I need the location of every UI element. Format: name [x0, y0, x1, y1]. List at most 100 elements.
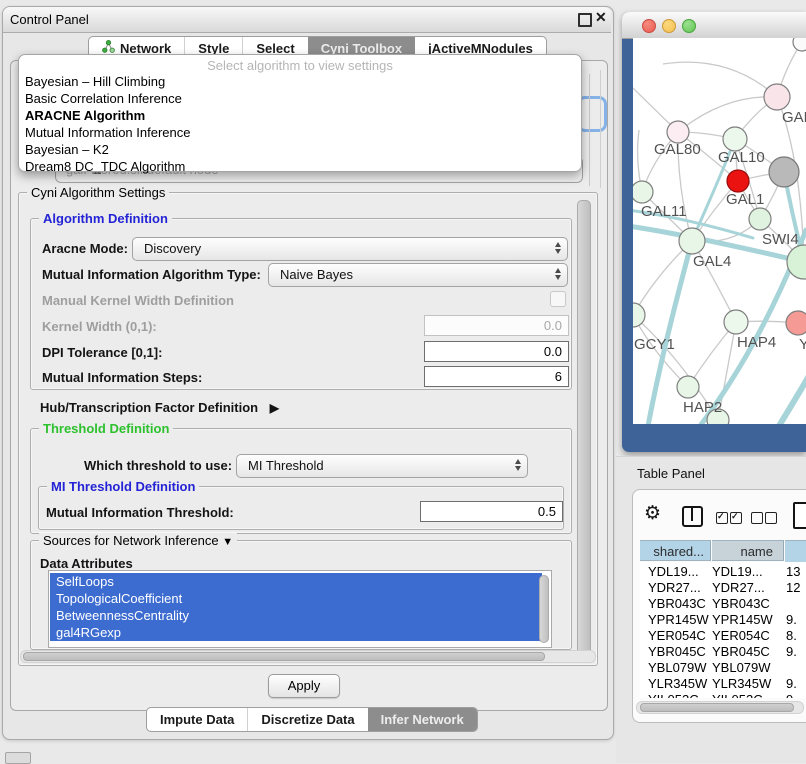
dropdown-item-selected[interactable]: ARACNE Algorithm: [25, 108, 145, 124]
node-gal-pink[interactable]: [764, 84, 790, 110]
list-item[interactable]: gal4RGexp: [50, 624, 542, 641]
dropdown-item[interactable]: Bayesian – K2: [25, 142, 109, 158]
control-panel-titlebar[interactable]: [3, 7, 611, 33]
gear-icon[interactable]: ⚙: [644, 504, 661, 523]
close-traffic-light[interactable]: [642, 19, 656, 33]
node-hap4[interactable]: [724, 310, 748, 334]
cell[interactable]: YIL052C: [648, 692, 699, 698]
which-threshold-combobox[interactable]: MI Threshold: [236, 454, 528, 478]
node-label: GAL11: [641, 203, 687, 220]
cell[interactable]: YDR27...: [712, 580, 765, 596]
node-gal10[interactable]: [723, 127, 747, 151]
settings-horizontal-scrollbar[interactable]: [20, 650, 596, 663]
collapse-down-icon[interactable]: ▼: [222, 536, 233, 548]
deselect-all-checkbox-icon[interactable]: [765, 512, 777, 524]
cell[interactable]: YDL19...: [712, 564, 763, 580]
tab-impute-data[interactable]: Impute Data: [147, 708, 247, 731]
tab-infer-network[interactable]: Infer Network: [368, 708, 477, 731]
node-gal1[interactable]: [749, 208, 771, 230]
tab-discretize-data[interactable]: Discretize Data: [247, 708, 367, 731]
column-header-name[interactable]: name: [712, 540, 784, 561]
which-threshold-label: Which threshold to use:: [84, 458, 232, 473]
hub-expander[interactable]: Hub/Transcription Factor Definition ▶: [40, 400, 279, 415]
cell[interactable]: 9.: [786, 676, 797, 692]
list-item[interactable]: BetweennessCentrality: [50, 607, 542, 624]
select-all-checkbox-icon[interactable]: [730, 512, 742, 524]
kernel-width-field[interactable]: 0.0: [424, 315, 569, 336]
settings-vertical-scrollbar[interactable]: [577, 200, 591, 658]
bottom-left-button-fragment[interactable]: [5, 752, 31, 764]
network-canvas[interactable]: GAL GAL80 GAL10 GAL1 GAL11 GAL4 SWI4 GCY…: [633, 38, 806, 424]
cell[interactable]: YDL19...: [648, 564, 699, 580]
cell[interactable]: 12: [786, 580, 800, 596]
dropdown-item[interactable]: Bayesian – Hill Climbing: [25, 74, 165, 90]
cell[interactable]: YPR145W: [648, 612, 709, 628]
data-attributes-label: Data Attributes: [40, 556, 133, 571]
bottom-tabbar: Impute Data Discretize Data Infer Networ…: [146, 707, 478, 732]
mi-steps-label: Mutual Information Steps:: [42, 370, 202, 385]
node-selected-red[interactable]: [727, 170, 749, 192]
select-all-checkbox-icon[interactable]: [716, 512, 728, 524]
apply-button[interactable]: Apply: [268, 674, 340, 698]
node[interactable]: [793, 38, 806, 51]
mi-threshold-field[interactable]: 0.5: [420, 501, 563, 522]
node-hap2[interactable]: [677, 376, 699, 398]
cell[interactable]: YLR345W: [712, 676, 771, 692]
cell[interactable]: 13: [786, 564, 800, 580]
minimize-traffic-light[interactable]: [662, 19, 676, 33]
cell[interactable]: 8.: [786, 628, 797, 644]
algorithm-dropdown-popup: Select algorithm to view settings Bayesi…: [18, 54, 582, 172]
cell[interactable]: YDR27...: [648, 580, 701, 596]
dropdown-item[interactable]: Basic Correlation Inference: [25, 91, 182, 107]
node-salmon[interactable]: [786, 311, 806, 335]
list-item[interactable]: SelfLoops: [50, 573, 542, 590]
column-header-cut[interactable]: [785, 540, 806, 563]
node-gray[interactable]: [769, 157, 799, 187]
scrollbar-thumb[interactable]: [23, 652, 545, 661]
dpi-tolerance-field[interactable]: 0.0: [424, 341, 569, 362]
node-gcy1[interactable]: [633, 303, 645, 327]
cell[interactable]: YBR045C: [648, 644, 706, 660]
float-window-icon[interactable]: [578, 13, 592, 27]
cell[interactable]: 9.: [786, 612, 797, 628]
cell[interactable]: YIL052C: [712, 692, 763, 698]
control-panel-title: Control Panel: [10, 12, 89, 27]
new-table-icon[interactable]: [793, 502, 806, 529]
network-window-titlebar[interactable]: [622, 12, 806, 39]
cell[interactable]: YER054C: [712, 628, 770, 644]
node-gal11[interactable]: [633, 181, 653, 203]
dropdown-item[interactable]: Mutual Information Inference: [25, 125, 190, 141]
kernel-width-label: Kernel Width (0,1):: [42, 319, 157, 334]
cell[interactable]: YPR145W: [712, 612, 773, 628]
zoom-traffic-light[interactable]: [682, 19, 696, 33]
close-icon[interactable]: ✕: [595, 9, 607, 26]
node-gal80[interactable]: [667, 121, 689, 143]
mi-type-combobox[interactable]: Naive Bayes: [268, 263, 568, 287]
cell[interactable]: 9.: [786, 644, 797, 660]
table-panel-title: Table Panel: [637, 466, 705, 481]
node-label: Y: [799, 336, 806, 353]
data-attributes-list: SelfLoops TopologicalCoefficient Between…: [48, 570, 552, 648]
mi-type-label: Mutual Information Algorithm Type:: [42, 267, 261, 282]
cell[interactable]: YBR045C: [712, 644, 770, 660]
scrollbar-thumb[interactable]: [640, 703, 794, 712]
table-horizontal-scrollbar[interactable]: [636, 701, 804, 714]
list-vertical-scrollbar[interactable]: [539, 575, 549, 643]
cell[interactable]: YBL079W: [712, 660, 771, 676]
cell[interactable]: YBL079W: [648, 660, 707, 676]
column-header-shared-name[interactable]: shared...: [640, 540, 711, 561]
node-gal4[interactable]: [679, 228, 705, 254]
aracne-mode-combobox[interactable]: Discovery: [132, 237, 568, 261]
cell[interactable]: YER054C: [648, 628, 706, 644]
list-item[interactable]: TopologicalCoefficient: [50, 590, 542, 607]
dropdown-item[interactable]: Dream8 DC_TDC Algorithm: [25, 159, 185, 175]
cell[interactable]: YBR043C: [648, 596, 706, 612]
cell[interactable]: YLR345W: [648, 676, 707, 692]
deselect-all-checkbox-icon[interactable]: [751, 512, 763, 524]
show-columns-icon[interactable]: [682, 506, 703, 527]
mi-steps-field[interactable]: 6: [424, 366, 569, 387]
cell[interactable]: YBR043C: [712, 596, 770, 612]
manual-kernel-checkbox[interactable]: [550, 291, 566, 307]
expand-right-icon[interactable]: ▶: [270, 401, 279, 415]
cell[interactable]: 9.: [786, 692, 797, 698]
